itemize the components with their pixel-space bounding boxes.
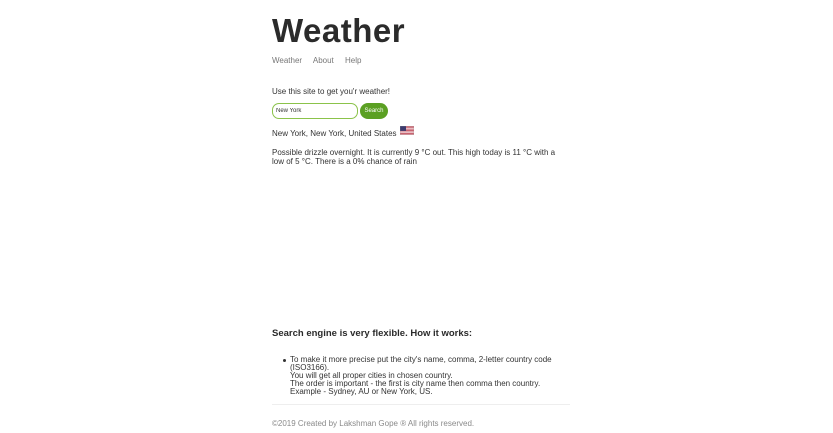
- how-it-works-list: To make it more precise put the city's n…: [272, 356, 572, 396]
- search-form: Search: [272, 103, 388, 119]
- search-button[interactable]: Search: [360, 103, 388, 119]
- how-line-1: To make it more precise put the city's n…: [290, 355, 552, 372]
- nav-item-about[interactable]: About: [313, 56, 334, 65]
- location-text: New York, New York, United States: [272, 129, 397, 138]
- nav-item-weather[interactable]: Weather: [272, 56, 302, 65]
- list-item: To make it more precise put the city's n…: [283, 355, 572, 396]
- page-title: Weather: [272, 12, 406, 49]
- us-flag-icon: [399, 125, 414, 136]
- how-line-3: The order is important - the first is ci…: [290, 379, 541, 396]
- footer-divider: [272, 404, 570, 405]
- intro-text: Use this site to get you'r weather!: [272, 87, 391, 96]
- footer-text: ©2019 Created by Lakshman Gope ® All rig…: [272, 419, 475, 428]
- forecast-text: Possible drizzle overnight. It is curren…: [272, 148, 556, 166]
- main-nav: Weather About Help: [272, 56, 370, 65]
- how-it-works-heading: Search engine is very flexible. How it w…: [272, 328, 473, 339]
- search-input[interactable]: [272, 103, 358, 119]
- nav-item-help[interactable]: Help: [345, 56, 361, 65]
- location-line: New York, New York, United States: [272, 125, 414, 138]
